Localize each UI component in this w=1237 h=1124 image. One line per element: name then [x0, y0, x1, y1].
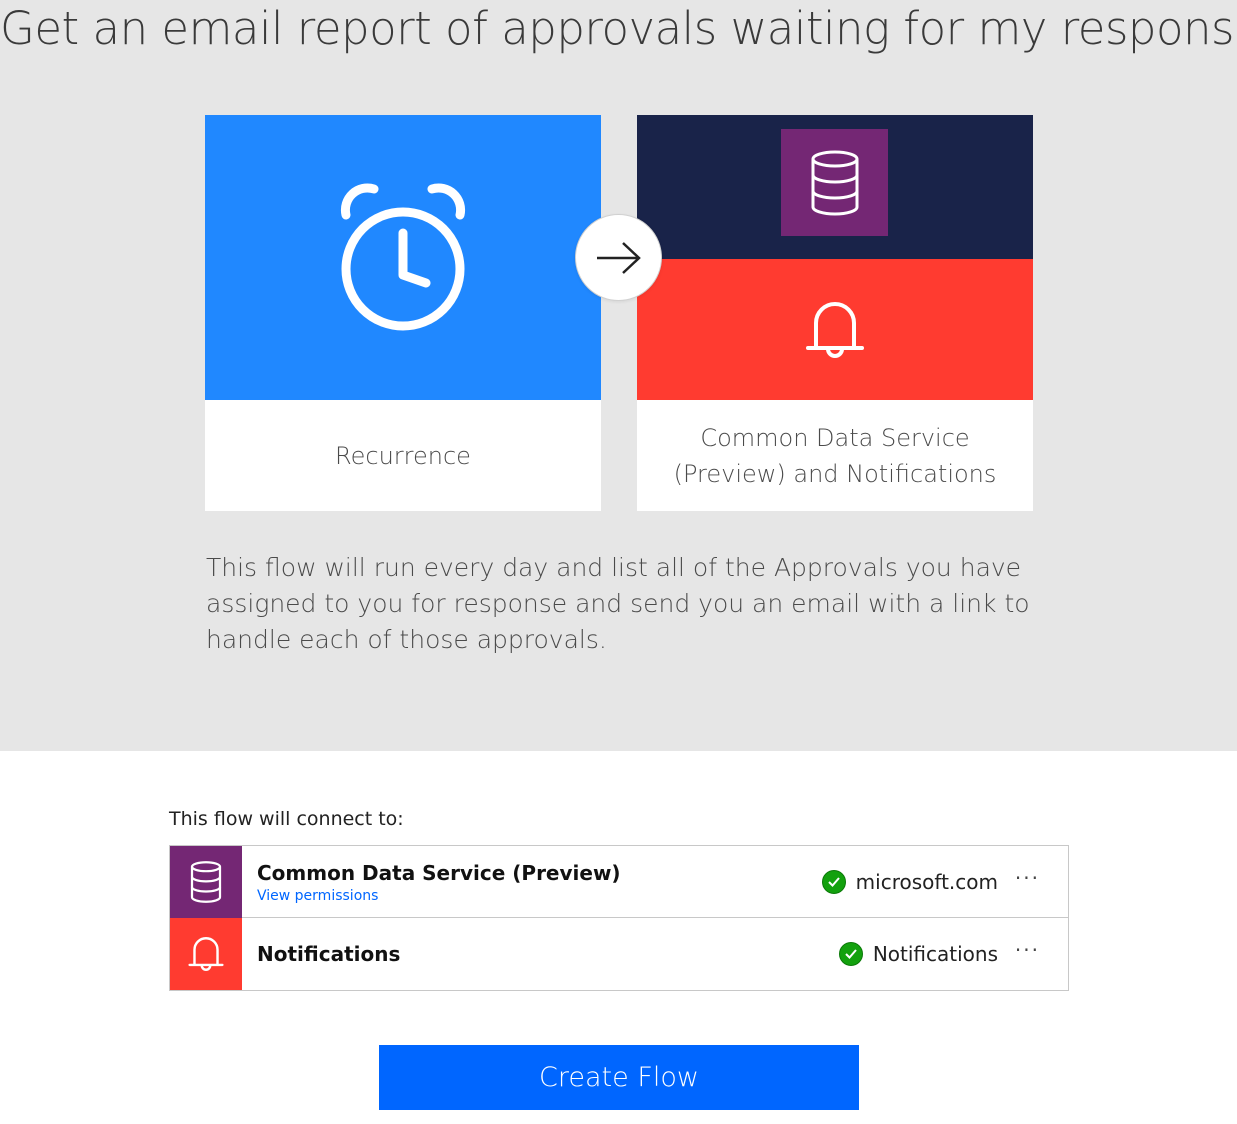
check-icon — [821, 870, 846, 894]
cds-icon-tile — [781, 129, 888, 236]
actions-card-top — [637, 115, 1033, 259]
arrow-connector — [575, 214, 662, 301]
check-icon — [838, 942, 863, 966]
alarm-clock-icon — [340, 183, 466, 330]
create-flow-button[interactable]: Create Flow — [379, 1045, 859, 1110]
bell-icon — [188, 937, 224, 971]
bell-icon — [806, 301, 864, 358]
connections-heading: This flow will connect to: — [169, 808, 404, 830]
connection-account: microsoft.com — [855, 870, 998, 894]
connection-name: Common Data Service (Preview) — [257, 861, 621, 885]
trigger-card[interactable]: Recurrence — [205, 115, 601, 511]
database-icon — [811, 150, 858, 215]
connection-name: Notifications — [257, 942, 401, 966]
trigger-card-banner — [205, 115, 601, 400]
view-permissions-link[interactable]: View permissions — [257, 888, 378, 904]
connection-icon-cds — [170, 846, 242, 918]
database-icon — [190, 861, 222, 903]
trigger-card-label: Recurrence — [335, 441, 471, 470]
actions-card[interactable]: Common Data Service (Preview) and Notifi… — [637, 115, 1033, 511]
hero-section: Get an email report of approvals waiting… — [0, 0, 1237, 751]
actions-card-middle — [637, 259, 1033, 400]
connection-icon-notifications — [170, 918, 242, 990]
connections-list: Common Data Service (Preview) View permi… — [169, 845, 1069, 991]
connection-status: Notifications — [838, 942, 998, 966]
flow-description: This flow will run every day and list al… — [206, 553, 1030, 654]
actions-card-label: Common Data Service (Preview) and Notifi… — [673, 423, 997, 488]
more-options-icon[interactable]: ··· — [1015, 866, 1040, 890]
arrow-right-icon — [596, 241, 641, 274]
page-title: Get an email report of approvals waiting… — [0, 2, 1237, 55]
connection-row-cds: Common Data Service (Preview) View permi… — [170, 846, 1068, 918]
connection-row-notifications: Notifications Notifications ··· — [170, 918, 1068, 990]
connection-status: microsoft.com — [821, 870, 998, 894]
more-options-icon[interactable]: ··· — [1015, 938, 1040, 962]
connection-account: Notifications — [872, 942, 998, 966]
